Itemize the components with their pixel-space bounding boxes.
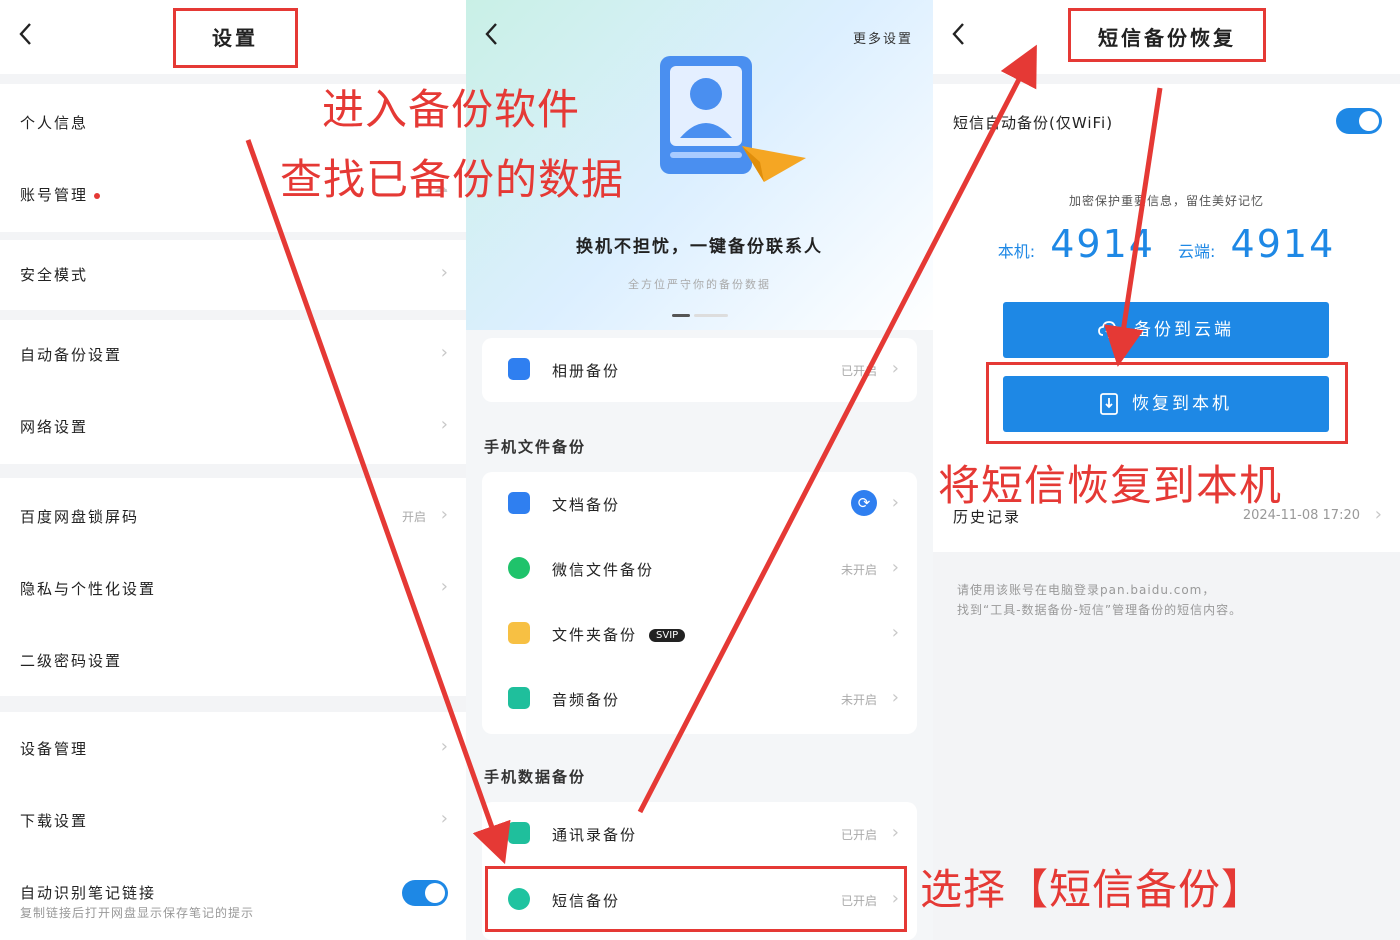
arrow-settings-to-sms <box>245 139 511 865</box>
arrow-sms-to-restore <box>637 44 1037 814</box>
annotation-enter-app: 进入备份软件 <box>322 85 581 134</box>
annotation-find-data: 查找已备份的数据 <box>280 155 625 204</box>
annotation-select-sms: 选择【短信备份】 <box>920 865 1265 914</box>
arrow-to-restore-button <box>1103 87 1163 367</box>
annotation-restore-local: 将短信恢复到本机 <box>938 461 1283 510</box>
